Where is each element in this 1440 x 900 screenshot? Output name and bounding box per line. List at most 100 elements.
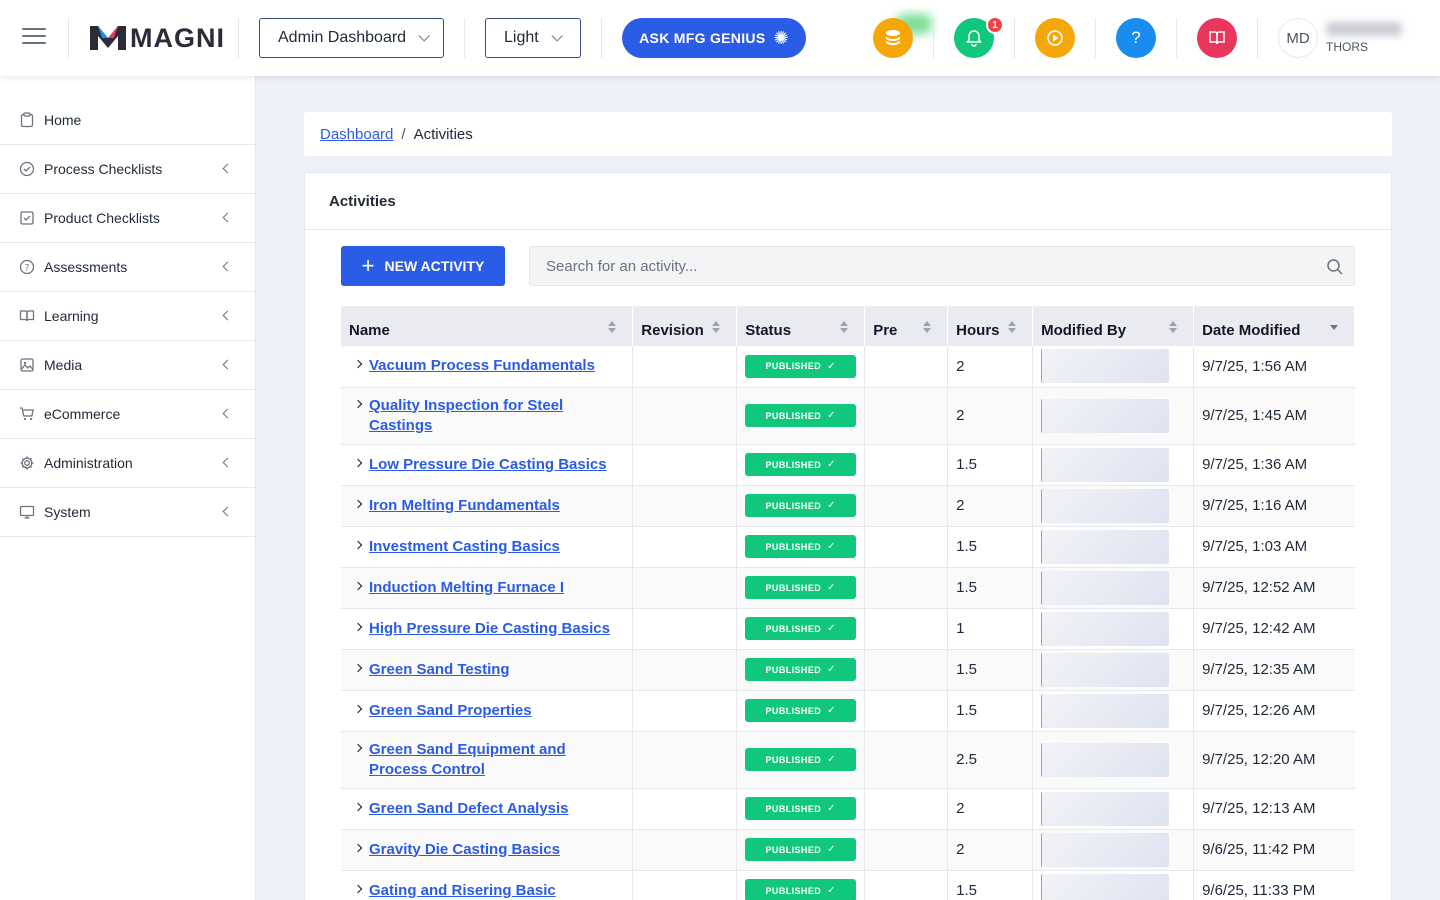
table-row[interactable]: Iron Melting Fundamentals PUBLISHED ✓ 2 9/7/… bbox=[341, 485, 1355, 527]
status-badge[interactable]: PUBLISHED ✓ bbox=[745, 748, 857, 771]
column-header-hours[interactable]: Hours bbox=[947, 306, 1034, 346]
status-label: PUBLISHED bbox=[765, 410, 822, 421]
sidebar-item-process-checklists[interactable]: Process Checklists bbox=[0, 145, 255, 194]
column-header-status[interactable]: Status bbox=[736, 306, 866, 346]
activity-name-link[interactable]: Induction Melting Furnace I bbox=[369, 578, 564, 598]
status-badge[interactable]: PUBLISHED ✓ bbox=[745, 494, 857, 517]
activity-name-link[interactable]: Green Sand Properties bbox=[369, 701, 532, 721]
status-badge[interactable]: PUBLISHED ✓ bbox=[745, 576, 857, 599]
table-row[interactable]: Gating and Risering Basic PUBLISHED ✓ 1.5 9/… bbox=[341, 870, 1355, 900]
theme-select[interactable]: Light bbox=[485, 18, 581, 58]
activity-name-link[interactable]: Green Sand Defect Analysis bbox=[369, 799, 569, 819]
cell-hours: 2 bbox=[947, 387, 1034, 445]
table-row[interactable]: Induction Melting Furnace I PUBLISHED ✓ 1.5… bbox=[341, 567, 1355, 609]
table-row[interactable]: Quality Inspection for Steel Castings PUB… bbox=[341, 387, 1355, 445]
status-badge[interactable]: PUBLISHED ✓ bbox=[745, 404, 857, 427]
sidebar-item-administration[interactable]: Administration bbox=[0, 439, 255, 488]
status-badge[interactable]: PUBLISHED ✓ bbox=[745, 699, 857, 722]
expand-row-icon[interactable] bbox=[349, 840, 369, 852]
ask-mfg-genius-button[interactable]: ASK MFG GENIUS ✺ bbox=[622, 18, 806, 58]
activity-name-link[interactable]: Green Sand Equipment and Process Control bbox=[369, 740, 624, 780]
table-row[interactable]: Green Sand Testing PUBLISHED ✓ 1.5 9/7/25, 1… bbox=[341, 649, 1355, 691]
activity-name-link[interactable]: Green Sand Testing bbox=[369, 660, 510, 680]
column-header-pre[interactable]: Pre bbox=[864, 306, 949, 346]
expand-row-icon[interactable] bbox=[349, 396, 369, 408]
sort-icon[interactable] bbox=[712, 321, 721, 333]
activity-name-link[interactable]: Low Pressure Die Casting Basics bbox=[369, 455, 607, 475]
expand-row-icon[interactable] bbox=[349, 799, 369, 811]
expand-row-icon[interactable] bbox=[349, 881, 369, 893]
sort-icon[interactable] bbox=[840, 321, 849, 333]
activity-name-link[interactable]: Gravity Die Casting Basics bbox=[369, 840, 560, 860]
activity-name-link[interactable]: Vacuum Process Fundamentals bbox=[369, 356, 595, 376]
expand-row-icon[interactable] bbox=[349, 701, 369, 713]
column-header-modified-by[interactable]: Modified By bbox=[1032, 306, 1195, 346]
sidebar-item-system[interactable]: System bbox=[0, 488, 255, 537]
status-badge[interactable]: PUBLISHED ✓ bbox=[745, 658, 857, 681]
table-row[interactable]: Green Sand Equipment and Process Control… bbox=[341, 731, 1355, 789]
coins-button[interactable] bbox=[873, 18, 913, 58]
column-header-date-modified[interactable]: Date Modified bbox=[1193, 306, 1355, 346]
column-header-name[interactable]: Name bbox=[341, 306, 634, 346]
sort-icon[interactable] bbox=[1169, 321, 1178, 333]
expand-row-icon[interactable] bbox=[349, 578, 369, 590]
status-badge[interactable]: PUBLISHED ✓ bbox=[745, 453, 857, 476]
play-video-button[interactable] bbox=[1035, 18, 1075, 58]
expand-row-icon[interactable] bbox=[349, 740, 369, 752]
sidebar-item-learning[interactable]: Learning bbox=[0, 292, 255, 341]
expand-row-icon[interactable] bbox=[349, 455, 369, 467]
chevron-left-icon bbox=[222, 261, 233, 272]
table-row[interactable]: Green Sand Defect Analysis PUBLISHED ✓ 2 9/7… bbox=[341, 788, 1355, 830]
new-activity-button[interactable]: + NEW ACTIVITY bbox=[341, 246, 505, 286]
sort-icon[interactable] bbox=[1008, 321, 1017, 333]
sidebar-item-media[interactable]: Media bbox=[0, 341, 255, 390]
table-row[interactable]: Investment Casting Basics PUBLISHED ✓ 1.5 9/… bbox=[341, 526, 1355, 568]
table-row[interactable]: Gravity Die Casting Basics PUBLISHED ✓ 2 9/6… bbox=[341, 829, 1355, 871]
table-row[interactable]: High Pressure Die Casting Basics PUBLISHE… bbox=[341, 608, 1355, 650]
expand-row-icon[interactable] bbox=[349, 619, 369, 631]
user-avatar[interactable]: MD bbox=[1278, 18, 1318, 58]
modified-by-blurred bbox=[1041, 742, 1170, 777]
status-badge[interactable]: PUBLISHED ✓ bbox=[745, 838, 857, 861]
notification-count-badge: 1 bbox=[986, 16, 1004, 34]
sort-icon[interactable] bbox=[923, 321, 932, 333]
sidebar-item-product-checklists[interactable]: Product Checklists bbox=[0, 194, 255, 243]
expand-row-icon[interactable] bbox=[349, 356, 369, 369]
search-input[interactable] bbox=[530, 247, 1354, 285]
activity-name-link[interactable]: Investment Casting Basics bbox=[369, 537, 560, 557]
dashboard-select[interactable]: Admin Dashboard bbox=[259, 18, 444, 58]
notifications-button[interactable]: 1 bbox=[954, 16, 1004, 58]
breadcrumb-dashboard-link[interactable]: Dashboard bbox=[320, 126, 393, 143]
sort-desc-icon[interactable] bbox=[1330, 321, 1338, 333]
table-row[interactable]: Vacuum Process Fundamentals PUBLISHED ✓ 2 9/… bbox=[341, 346, 1355, 388]
sidebar-item-home[interactable]: Home bbox=[0, 96, 255, 145]
sort-icon[interactable] bbox=[608, 321, 617, 333]
status-badge[interactable]: PUBLISHED ✓ bbox=[745, 354, 857, 378]
status-badge[interactable]: PUBLISHED ✓ bbox=[745, 879, 857, 900]
help-button[interactable]: ? bbox=[1116, 18, 1156, 58]
magni-logo[interactable]: MAGNI bbox=[90, 22, 225, 54]
column-header-revision[interactable]: Revision bbox=[632, 306, 738, 346]
expand-row-icon[interactable] bbox=[349, 496, 369, 508]
sidebar-item-label: Learning bbox=[44, 308, 99, 324]
activity-name-link[interactable]: Iron Melting Fundamentals bbox=[369, 496, 560, 516]
expand-row-icon[interactable] bbox=[349, 660, 369, 672]
activity-name-link[interactable]: Quality Inspection for Steel Castings bbox=[369, 396, 624, 436]
cell-revision bbox=[632, 690, 738, 732]
sidebar-item-ecommerce[interactable]: eCommerce bbox=[0, 390, 255, 439]
page-title: Activities bbox=[305, 173, 1391, 230]
table-row[interactable]: Green Sand Properties PUBLISHED ✓ 1.5 9/7/25… bbox=[341, 690, 1355, 732]
expand-row-icon[interactable] bbox=[349, 537, 369, 549]
book-button[interactable] bbox=[1197, 18, 1237, 58]
activity-name-link[interactable]: Gating and Risering Basic bbox=[369, 881, 556, 900]
status-badge[interactable]: PUBLISHED ✓ bbox=[745, 617, 857, 640]
search-icon[interactable] bbox=[1326, 258, 1344, 276]
sidebar-item-assessments[interactable]: ? Assessments bbox=[0, 243, 255, 292]
status-badge[interactable]: PUBLISHED ✓ bbox=[745, 797, 857, 820]
status-badge[interactable]: PUBLISHED ✓ bbox=[745, 535, 857, 558]
activity-name-link[interactable]: High Pressure Die Casting Basics bbox=[369, 619, 610, 639]
table-row[interactable]: Low Pressure Die Casting Basics PUBLISHED… bbox=[341, 444, 1355, 486]
cell-name: Green Sand Properties bbox=[341, 690, 634, 732]
chevron-left-icon bbox=[222, 212, 233, 223]
hamburger-menu-icon[interactable] bbox=[22, 28, 46, 48]
